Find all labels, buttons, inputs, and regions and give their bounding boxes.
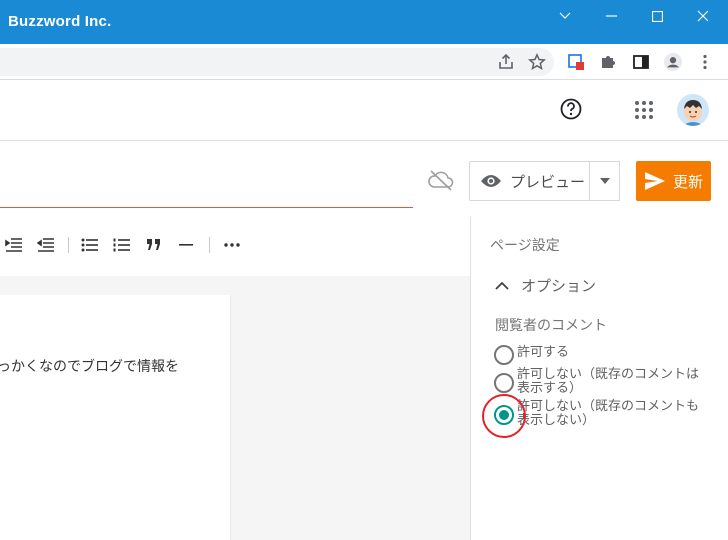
avatar[interactable]	[677, 94, 709, 126]
options-section-toggle[interactable]: オプション	[495, 275, 596, 296]
eye-icon	[481, 175, 501, 187]
option-label: 許可する	[517, 345, 570, 360]
preview-button[interactable]: プレビュー	[469, 161, 590, 201]
option-label: 許可しない（既存のコメントは表示する）	[517, 367, 700, 396]
toolbar-divider	[68, 237, 69, 253]
browser-toolbar	[0, 44, 728, 80]
highlight-circle-annotation	[482, 394, 526, 438]
profile-icon[interactable]	[663, 52, 683, 72]
apps-grid-icon[interactable]	[634, 100, 654, 124]
comments-label: 閲覧者のコメント	[495, 318, 607, 334]
bullet-list-icon[interactable]	[80, 236, 100, 254]
radio-button[interactable]	[494, 373, 514, 393]
sidepanel-icon[interactable]	[631, 52, 651, 72]
editor-page[interactable]	[0, 295, 231, 540]
kebab-menu-icon[interactable]	[695, 52, 715, 72]
window-title: Buzzword Inc.	[8, 13, 112, 30]
title-input-underline	[0, 207, 413, 208]
indent-decrease-icon[interactable]	[36, 236, 56, 254]
address-bar[interactable]	[0, 48, 554, 76]
comment-option-allow[interactable]: 許可する	[494, 345, 707, 365]
option-label: 許可しない（既存のコメントも表示しない）	[517, 399, 700, 428]
help-icon[interactable]	[560, 98, 582, 120]
close-button[interactable]	[680, 4, 726, 28]
extension-badge-icon[interactable]	[566, 52, 586, 72]
update-label: 更新	[673, 172, 704, 191]
send-icon	[645, 172, 665, 190]
toolbar-divider	[209, 237, 210, 253]
puzzle-icon[interactable]	[598, 52, 618, 72]
preview-dropdown-button[interactable]	[589, 161, 620, 201]
cloud-off-icon	[427, 168, 455, 196]
preview-label: プレビュー	[510, 172, 586, 191]
chevron-up-icon	[495, 281, 509, 290]
chevron-down-icon[interactable]	[542, 4, 588, 28]
update-button[interactable]: 更新	[636, 161, 711, 201]
sidebar-heading: ページ設定	[490, 238, 560, 254]
star-icon[interactable]	[527, 52, 547, 72]
more-horizontal-icon[interactable]	[222, 236, 242, 254]
comment-option-disallow-show-existing[interactable]: 許可しない（既存のコメントは表示する）	[494, 368, 707, 396]
blockquote-icon[interactable]	[144, 236, 164, 254]
minimize-button[interactable]	[588, 4, 634, 28]
window-titlebar: Buzzword Inc.	[0, 0, 728, 44]
radio-button[interactable]	[494, 345, 514, 365]
editor-body-text[interactable]: っかくなのでブログで情報を	[0, 356, 179, 376]
share-icon[interactable]	[496, 52, 516, 72]
app-header	[0, 81, 728, 141]
horizontal-rule-icon[interactable]	[176, 236, 196, 254]
maximize-button[interactable]	[634, 4, 680, 28]
numbered-list-icon[interactable]	[112, 236, 132, 254]
caret-down-icon	[599, 178, 610, 184]
options-section-label: オプション	[521, 277, 597, 295]
indent-increase-icon[interactable]	[4, 236, 24, 254]
